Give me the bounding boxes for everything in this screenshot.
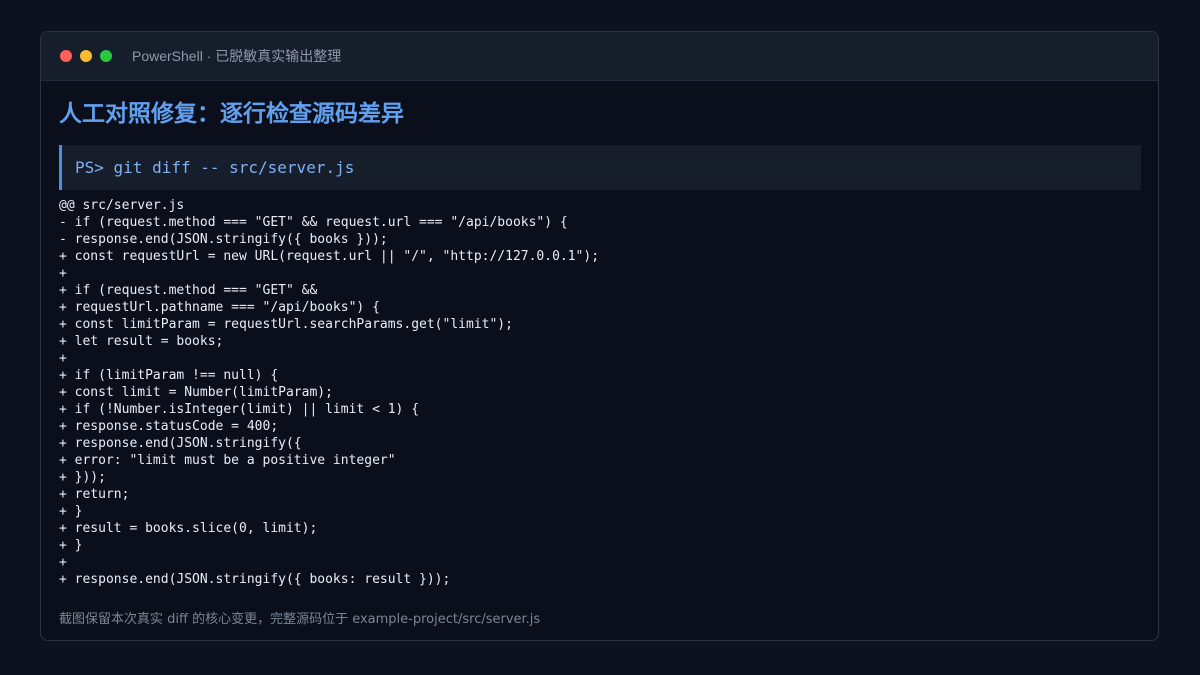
minimize-button[interactable] — [80, 50, 92, 62]
diff-line: + const limitParam = requestUrl.searchPa… — [59, 317, 513, 332]
diff-line: + } — [59, 538, 83, 553]
diff-line: + result = books.slice(0, limit); — [59, 521, 318, 536]
diff-line: + — [59, 266, 67, 281]
maximize-button[interactable] — [100, 50, 112, 62]
diff-line: + const requestUrl = new URL(request.url… — [59, 249, 600, 264]
close-button[interactable] — [60, 50, 72, 62]
title-bar: PowerShell · 已脱敏真实输出整理 — [41, 32, 1158, 81]
diff-line: + if (limitParam !== null) { — [59, 368, 279, 383]
diff-line: - if (request.method === "GET" && reques… — [59, 215, 568, 230]
diff-line: + let result = books; — [59, 334, 224, 349]
diff-line: + return; — [59, 487, 130, 502]
diff-line: + } — [59, 504, 83, 519]
diff-line: + response.statusCode = 400; — [59, 419, 279, 434]
diff-line: + const limit = Number(limitParam); — [59, 385, 333, 400]
terminal-window: PowerShell · 已脱敏真实输出整理 人工对照修复：逐行检查源码差异 P… — [40, 31, 1159, 641]
diff-line: + requestUrl.pathname === "/api/books") … — [59, 300, 380, 315]
diff-line: + response.end(JSON.stringify({ — [59, 436, 302, 451]
diff-line: @@ src/server.js — [59, 198, 185, 213]
diff-line: + — [59, 351, 67, 366]
diff-line: + if (request.method === "GET" && — [59, 283, 318, 298]
diff-line: + })); — [59, 470, 106, 485]
command-line: PS> git diff -- src/server.js — [59, 145, 1141, 190]
diff-line: + — [59, 555, 67, 570]
diff-line: + error: "limit must be a positive integ… — [59, 453, 396, 468]
diff-line: + if (!Number.isInteger(limit) || limit … — [59, 402, 420, 417]
page-heading: 人工对照修复：逐行检查源码差异 — [59, 101, 404, 127]
window-title: PowerShell · 已脱敏真实输出整理 — [132, 48, 342, 64]
diff-output: @@ src/server.js - if (request.method ===… — [59, 197, 1141, 588]
diff-line: - response.end(JSON.stringify({ books })… — [59, 232, 388, 247]
footer-note: 截图保留本次真实 diff 的核心变更，完整源码位于 example-proje… — [59, 612, 541, 627]
terminal-content: 人工对照修复：逐行检查源码差异 PS> git diff -- src/serv… — [41, 97, 1158, 588]
diff-line: + response.end(JSON.stringify({ books: r… — [59, 572, 451, 587]
